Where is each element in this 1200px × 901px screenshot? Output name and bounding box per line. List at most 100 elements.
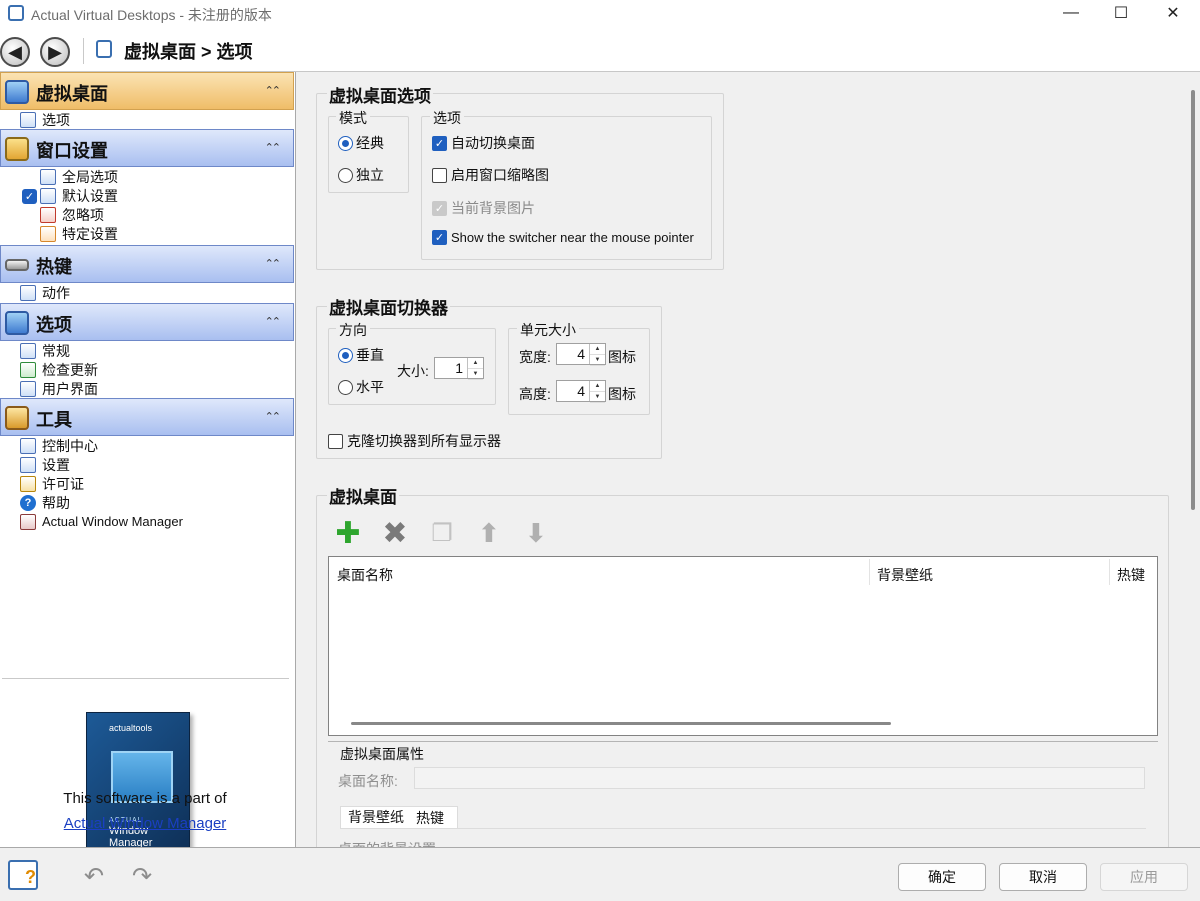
copy-icon: ❐ <box>431 519 453 547</box>
redo-button[interactable]: ↷ <box>132 862 164 890</box>
ok-button[interactable]: 确定 <box>898 863 986 891</box>
opts-title: 选项 <box>430 108 464 128</box>
sidebar-section-window-settings[interactable]: 窗口设置 ⌃⌃ <box>0 129 294 167</box>
height-label: 高度: <box>519 386 551 402</box>
options-icon <box>96 40 112 58</box>
collapse-icon[interactable]: ⌃⌃ <box>265 410 282 423</box>
sidebar-item-actual-window-manager[interactable]: Actual Window Manager <box>20 512 183 531</box>
sidebar-section-options[interactable]: 选项 ⌃⌃ <box>0 303 294 341</box>
move-up-button[interactable]: ⬆ <box>472 516 506 550</box>
desktop-name-input[interactable] <box>414 767 1145 789</box>
maximize-button[interactable]: ☐ <box>1096 0 1146 26</box>
section-title: 选项 <box>36 315 72 335</box>
size-stepper[interactable]: 1 ▲ ▼ <box>434 357 484 380</box>
sidebar-section-virtual-desktops[interactable]: 虚拟桌面 ⌃⌃ <box>0 72 294 110</box>
move-down-button[interactable]: ⬇ <box>519 516 553 550</box>
options-icon <box>20 111 36 128</box>
sidebar-item-user-interface[interactable]: 用户界面 <box>20 379 98 398</box>
toolbar: ◀ ▶ 虚拟桌面 > 选项 <box>0 26 1200 72</box>
bottom-bar: ? ↶ ↷ 确定 取消 应用 <box>0 847 1200 901</box>
collapse-icon[interactable]: ⌃⌃ <box>265 141 282 154</box>
undo-button[interactable]: ↶ <box>84 862 116 890</box>
mode-classic-radio[interactable]: 经典 <box>338 133 384 153</box>
arrow-down-icon: ⬇ <box>525 517 547 548</box>
switcher-near-pointer-checkbox[interactable]: ✓ Show the switcher near the mouse pointe… <box>432 230 694 245</box>
direction-horizontal-radio[interactable]: 水平 <box>338 377 384 397</box>
sidebar-item-general[interactable]: 常规 <box>20 341 70 360</box>
window-thumbnails-checkbox[interactable]: 启用窗口缩略图 <box>432 165 549 185</box>
spin-down-icon[interactable]: ▼ <box>590 392 605 403</box>
mode-title: 模式 <box>336 108 370 128</box>
add-desktop-button[interactable]: ✚ <box>331 516 365 550</box>
list-header: 桌面名称 背景壁纸 热键 <box>329 557 1157 589</box>
clone-switcher-checkbox[interactable]: 克隆切换器到所有显示器 <box>328 431 501 451</box>
sidebar-item-settings[interactable]: 设置 <box>20 455 70 474</box>
update-icon <box>20 361 36 378</box>
direction-vertical-radio[interactable]: 垂直 <box>338 345 384 365</box>
tools-icon <box>5 406 29 430</box>
direction-title: 方向 <box>336 320 370 340</box>
copy-desktop-button[interactable]: ❐ <box>425 516 459 550</box>
settings-icon <box>20 456 36 473</box>
sidebar-section-tools[interactable]: 工具 ⌃⌃ <box>0 398 294 436</box>
switcher-title: 虚拟桌面切换器 <box>327 294 450 319</box>
sidebar-item-options[interactable]: 选项 <box>20 110 70 129</box>
tab-hotkey[interactable]: 热键 <box>416 808 444 828</box>
sidebar-item-actions[interactable]: 动作 <box>20 283 70 302</box>
width-stepper[interactable]: 4 ▲ ▼ <box>556 343 606 366</box>
arrow-right-icon: ▶ <box>48 41 62 62</box>
vertical-scrollbar[interactable] <box>1188 72 1200 847</box>
column-wallpaper[interactable]: 背景壁纸 <box>877 565 933 585</box>
forward-button[interactable]: ▶ <box>40 37 70 67</box>
mode-independent-radio[interactable]: 独立 <box>338 165 384 185</box>
product-box-image: actualtools ACTUAL Window Manager <box>86 712 190 856</box>
help-book-button[interactable]: ? <box>8 860 38 890</box>
promo-link[interactable]: Actual Window Manager <box>0 815 290 832</box>
options-title: 虚拟桌面选项 <box>327 82 433 107</box>
spin-up-icon[interactable]: ▲ <box>590 381 605 392</box>
horizontal-scrollbar[interactable] <box>351 722 891 725</box>
sidebar-item-default-settings[interactable]: 默认设置 <box>40 186 118 205</box>
spin-up-icon[interactable]: ▲ <box>590 344 605 355</box>
desktop-name-label: 桌面名称: <box>338 773 398 789</box>
column-hotkey[interactable]: 热键 <box>1117 565 1145 585</box>
sidebar-section-hotkeys[interactable]: 热键 ⌃⌃ <box>0 245 294 283</box>
sidebar-item-ignore-list[interactable]: 忽略项 <box>40 205 104 224</box>
sidebar-item-control-center[interactable]: 控制中心 <box>20 436 98 455</box>
cancel-button[interactable]: 取消 <box>999 863 1087 891</box>
column-desktop-name[interactable]: 桌面名称 <box>337 565 393 585</box>
virtual-desktops-icon <box>5 80 29 104</box>
promo-text: This software is a part of <box>63 790 227 807</box>
sidebar-item-specific-settings[interactable]: 特定设置 <box>40 224 118 243</box>
scrollbar-thumb[interactable] <box>1191 90 1195 510</box>
tab-wallpaper[interactable]: 背景壁纸 <box>348 807 404 827</box>
minimize-button[interactable]: — <box>1046 0 1096 26</box>
height-stepper[interactable]: 4 ▲ ▼ <box>556 380 606 403</box>
sidebar-item-license[interactable]: 许可证 <box>20 474 84 493</box>
collapse-icon[interactable]: ⌃⌃ <box>265 257 282 270</box>
arrow-up-icon: ⬆ <box>478 517 500 548</box>
close-button[interactable]: ✕ <box>1148 0 1198 26</box>
back-button[interactable]: ◀ <box>0 37 30 67</box>
license-icon <box>20 475 36 492</box>
help-icon: ? <box>25 867 36 887</box>
desktops-list[interactable]: 桌面名称 背景壁纸 热键 <box>328 556 1158 736</box>
title-bar: Actual Virtual Desktops - 未注册的版本 — ☐ ✕ <box>0 0 1200 26</box>
delete-desktop-button[interactable]: ✖ <box>378 516 412 550</box>
control-center-icon <box>20 437 36 454</box>
sidebar-item-global-options[interactable]: 全局选项 <box>40 167 118 186</box>
app-icon <box>8 5 24 21</box>
keyboard-icon <box>5 259 29 271</box>
collapse-icon[interactable]: ⌃⌃ <box>265 315 282 328</box>
sidebar-item-help[interactable]: ? 帮助 <box>20 493 70 512</box>
default-settings-checkbox[interactable]: ✓ <box>22 189 37 204</box>
spin-up-icon[interactable]: ▲ <box>468 358 483 369</box>
apply-button[interactable]: 应用 <box>1100 863 1188 891</box>
options-section-icon <box>5 311 29 335</box>
auto-switch-checkbox[interactable]: ✓ 自动切换桌面 <box>432 133 535 153</box>
spin-down-icon[interactable]: ▼ <box>590 355 605 366</box>
spin-down-icon[interactable]: ▼ <box>468 369 483 380</box>
sidebar: 虚拟桌面 ⌃⌃ 选项 窗口设置 ⌃⌃ 全局选项 ✓ 默认设置 忽略项 特定设置 … <box>0 72 296 856</box>
collapse-icon[interactable]: ⌃⌃ <box>265 84 282 97</box>
sidebar-item-check-updates[interactable]: 检查更新 <box>20 360 98 379</box>
